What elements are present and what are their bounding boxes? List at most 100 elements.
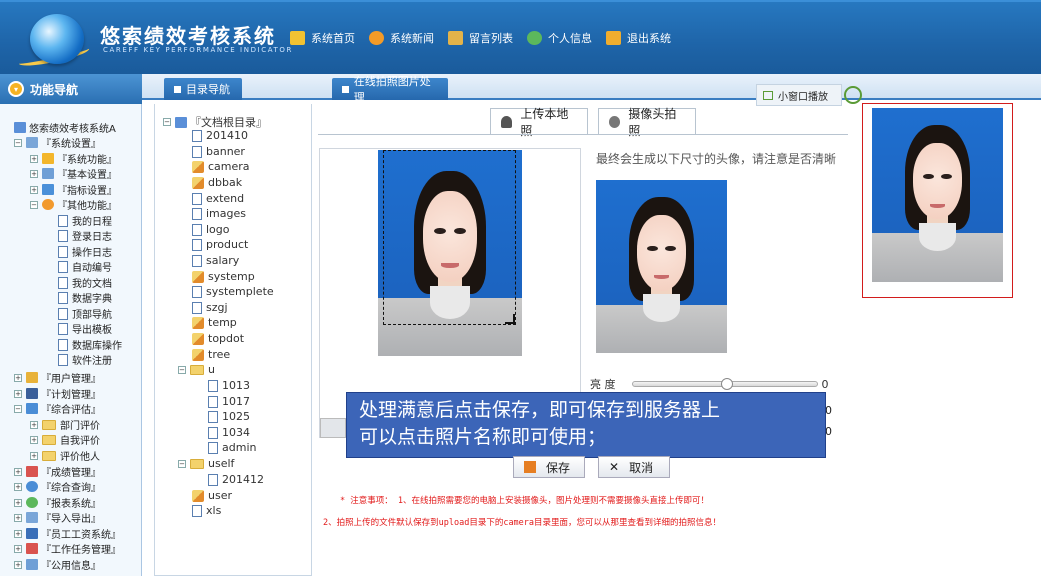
tree-root[interactable]: 悠索绩效考核系统A [14, 120, 116, 135]
tab-camera[interactable]: 摄像头拍照 [598, 107, 696, 138]
tree-item-dept-evaluation[interactable]: + 部门评价 [30, 417, 100, 432]
tree-item-auto-number[interactable]: 自动编号 [58, 259, 112, 274]
tree-item-register[interactable]: 软件注册 [58, 352, 112, 367]
expand-icon[interactable]: + [30, 435, 38, 444]
tree-item-peer-evaluation[interactable]: + 评价他人 [30, 448, 100, 463]
tree-item-database[interactable]: 数据库操作 [58, 337, 122, 352]
expand-icon[interactable]: + [30, 169, 38, 178]
tree-item-top-nav[interactable]: 顶部导航 [58, 306, 112, 321]
dir-item[interactable]: extend [192, 192, 244, 205]
expand-icon[interactable]: + [30, 451, 38, 460]
collapse-icon[interactable]: − [30, 200, 38, 209]
dir-item[interactable]: szgj [192, 301, 228, 314]
tree-item-dictionary[interactable]: 数据字典 [58, 290, 112, 305]
dir-item[interactable]: systemplete [192, 285, 274, 298]
brightness-slider[interactable] [631, 378, 818, 390]
collapse-icon[interactable]: − [178, 459, 186, 468]
expand-icon[interactable]: + [14, 529, 22, 538]
dir-item[interactable]: temp [192, 316, 237, 329]
dir-item[interactable]: 201412 [208, 473, 264, 486]
tree-item-other-functions[interactable]: − 『其他功能』 [30, 197, 117, 212]
tree-item-self-evaluation[interactable]: + 自我评价 [30, 432, 100, 447]
dir-item[interactable]: systemp [192, 270, 255, 283]
chevron-down-icon[interactable]: ▾ [8, 81, 24, 97]
tree-item-plan-management[interactable]: + 『计划管理』 [14, 386, 101, 401]
instruction-tooltip: 处理满意后点击保存，即可保存到服务器上 可以点击照片名称即可使用； [346, 392, 826, 458]
dir-item[interactable]: user [192, 489, 232, 502]
dir-root[interactable]: − 『文档根目录』 [163, 114, 267, 130]
dir-item[interactable]: dbbak [192, 176, 242, 189]
dir-item[interactable]: xls [192, 504, 221, 517]
expand-icon[interactable]: + [14, 560, 22, 569]
nav-home[interactable]: 系统首页 [290, 30, 355, 46]
sidebar-header: ▾ 功能导航 [0, 74, 142, 104]
tab-photo-processing[interactable]: 在线拍照图片处理 [332, 75, 448, 104]
rotate-button[interactable] [320, 418, 346, 438]
expand-icon[interactable]: + [30, 154, 38, 163]
dir-item[interactable]: camera [192, 160, 250, 173]
expand-icon[interactable]: + [30, 420, 38, 429]
dir-item[interactable]: 1025 [208, 410, 250, 423]
collapse-icon[interactable]: − [163, 118, 171, 126]
tab-directory-nav[interactable]: 目录导航 [164, 78, 242, 100]
tree-item-public-info[interactable]: + 『公用信息』 [14, 557, 101, 572]
tree-item-import-export[interactable]: + 『导入导出』 [14, 510, 101, 525]
tree-item-query[interactable]: + 『综合查询』 [14, 479, 101, 494]
tree-item-system-functions[interactable]: + 『系统功能』 [30, 151, 117, 166]
tree-item-indicator-settings[interactable]: + 『指标设置』 [30, 182, 117, 197]
gear-icon[interactable] [844, 86, 862, 104]
expand-icon[interactable]: + [30, 185, 38, 194]
dir-folder-uself[interactable]: − uself [178, 457, 234, 470]
tree-item-system-settings[interactable]: − 『系统设置』 [14, 135, 101, 150]
dir-item[interactable]: banner [192, 145, 245, 158]
collapse-icon[interactable]: − [14, 138, 22, 147]
expand-icon[interactable]: + [14, 498, 22, 507]
expand-icon[interactable]: + [14, 513, 22, 522]
dir-item[interactable]: salary [192, 254, 239, 267]
tree-item-my-schedule[interactable]: 我的日程 [58, 213, 112, 228]
nav-messages[interactable]: 留言列表 [448, 30, 513, 46]
slider-knob[interactable] [720, 378, 733, 390]
expand-icon[interactable]: + [14, 544, 22, 553]
dir-folder-u[interactable]: − u [178, 363, 215, 376]
cancel-button[interactable]: ✕ 取消 [598, 456, 670, 478]
tree-item-tasks[interactable]: + 『工作任务管理』 [14, 541, 121, 556]
collapse-icon[interactable]: − [178, 365, 186, 374]
nav-news[interactable]: 系统新闻 [369, 30, 434, 46]
resize-handle-icon[interactable] [505, 314, 515, 324]
dir-item[interactable]: 1013 [208, 379, 250, 392]
tree-item-payroll[interactable]: + 『员工工资系统』 [14, 526, 121, 541]
tree-item-evaluation[interactable]: − 『综合评估』 [14, 401, 101, 416]
expand-icon[interactable]: + [14, 373, 22, 382]
dir-item[interactable]: images [192, 207, 246, 220]
dir-item[interactable]: 1034 [208, 426, 250, 439]
saved-photo[interactable] [872, 108, 1003, 282]
crop-selection[interactable] [383, 150, 516, 325]
dir-item[interactable]: tree [192, 348, 230, 361]
expand-icon[interactable]: + [14, 467, 22, 476]
tree-item-basic-settings[interactable]: + 『基本设置』 [30, 166, 117, 181]
tree-item-login-log[interactable]: 登录日志 [58, 228, 112, 243]
dir-item[interactable]: topdot [192, 332, 244, 345]
tree-item-operation-log[interactable]: 操作日志 [58, 244, 112, 259]
tab-upload-local[interactable]: 上传本地照 [490, 107, 588, 138]
save-button[interactable]: 保存 [513, 456, 585, 478]
tree-item-export-template[interactable]: 导出模板 [58, 321, 112, 336]
dir-item[interactable]: admin [208, 441, 256, 454]
tree-item-score-management[interactable]: + 『成绩管理』 [14, 464, 101, 479]
dir-item[interactable]: 201410 [192, 129, 248, 142]
document-icon [192, 207, 202, 220]
collapse-icon[interactable]: − [14, 404, 22, 413]
expand-icon[interactable]: + [14, 389, 22, 398]
dir-label: 1017 [222, 395, 250, 408]
dir-item[interactable]: product [192, 238, 248, 251]
tree-item-reports[interactable]: + 『报表系统』 [14, 495, 101, 510]
nav-logout[interactable]: 退出系统 [606, 30, 671, 46]
small-window-button[interactable]: 小窗口播放 [756, 84, 842, 106]
tree-item-user-management[interactable]: + 『用户管理』 [14, 370, 101, 385]
nav-profile[interactable]: 个人信息 [527, 30, 592, 46]
tree-item-my-documents[interactable]: 我的文档 [58, 275, 112, 290]
dir-item[interactable]: logo [192, 223, 230, 236]
expand-icon[interactable]: + [14, 482, 22, 491]
dir-item[interactable]: 1017 [208, 395, 250, 408]
